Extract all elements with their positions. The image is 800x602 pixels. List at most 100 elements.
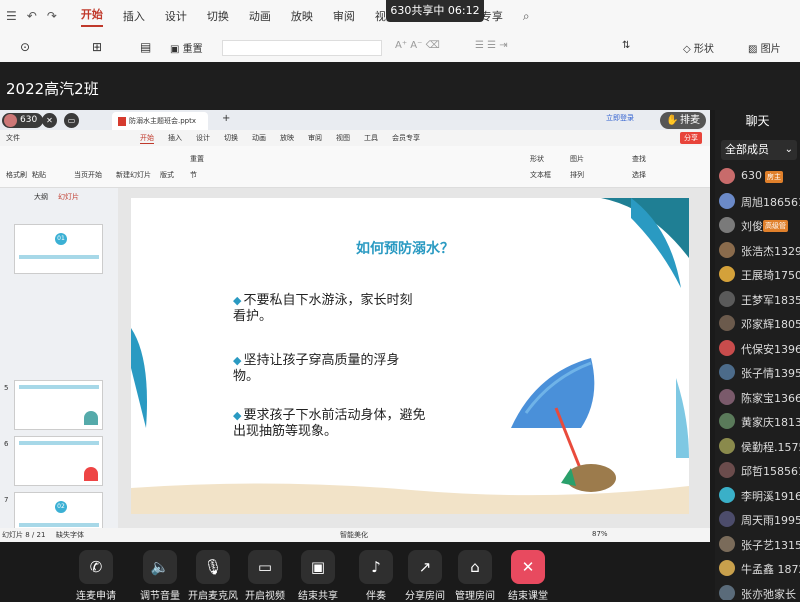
role-badge: 房主 [765,171,783,183]
member-item[interactable]: 张子情1395 [719,362,800,382]
member-item[interactable]: 刘俊杰 高级管 [719,215,800,235]
menu-icon[interactable]: ☰ [6,9,17,23]
share-timer: 630共享中 06:12 [386,0,484,22]
avatar [719,339,735,356]
host-tab-transition[interactable]: 切换 [207,8,229,24]
member-item[interactable]: 周旭186561 [719,191,800,211]
control-phone-button[interactable]: ✆ 连麦申请 [66,550,126,602]
section-button[interactable]: 节 [190,170,197,180]
member-item[interactable]: 王展琦1750 [719,264,800,284]
smart-beautify-button[interactable]: 智能美化 [340,530,368,540]
textbox-button[interactable]: 文本框 [530,170,551,180]
zoom-level[interactable]: 87% [592,530,608,538]
member-item[interactable]: 陈家宝1366 [719,387,800,407]
reset-button[interactable]: ▣ 重置 [170,40,203,55]
control-screen-share-button[interactable]: ▣ 结束共享 [288,550,348,602]
redo-icon[interactable]: ↷ [47,9,57,23]
layout-button[interactable]: 版式 [160,170,174,180]
sharer-name: 630 [20,115,38,125]
image-button-inner[interactable]: 图片 [570,154,584,164]
new-slide-button[interactable]: 新建幻灯片 [116,170,151,180]
layout-icon[interactable]: ▤ [140,40,151,54]
tab-slides[interactable]: 幻灯片 [58,193,79,201]
video-off-icon[interactable]: ▭ [64,113,79,128]
shape-button[interactable]: ◇ 形状 [683,40,714,55]
member-item[interactable]: 黄家庆1813 [719,411,800,431]
mic-off-icon[interactable]: ✕ [42,113,57,128]
tab-slideshow[interactable]: 放映 [280,133,294,143]
raise-hand-label: 排麦 [680,115,700,126]
member-item[interactable]: 张子艺1315 [719,534,800,554]
control-manage-button[interactable]: ⌂ 管理房间 [445,550,505,602]
host-tab-insert[interactable]: 插入 [123,8,145,24]
paste-button[interactable]: 粘贴 [32,170,46,180]
font-select[interactable] [222,40,382,56]
tab-home[interactable]: 开始 [140,133,154,144]
host-tab-animation[interactable]: 动画 [249,8,271,24]
share-icon: ↗ [408,550,442,584]
member-item[interactable]: 张浩杰1329 [719,240,800,260]
member-item[interactable]: 代保安1396 [719,338,800,358]
tab-design[interactable]: 设计 [196,133,210,143]
raise-hand-button[interactable]: ✋ 排麦 [660,112,706,129]
sort-icon[interactable]: ⇅ [622,40,630,51]
control-mic-off-button[interactable]: 🎙 开启麦克风 [183,550,243,602]
list-tools[interactable]: ☰ ☰ ⇥ [475,40,508,51]
undo-icon[interactable]: ↶ [27,9,37,23]
tab-outline[interactable]: 大纲 [34,193,48,201]
image-button[interactable]: ▨ 图片 [748,40,781,55]
arrange-button[interactable]: 排列 [570,170,584,180]
member-item[interactable]: 630 房主 [719,166,800,186]
add-tab-icon[interactable]: + [222,113,230,124]
tab-tools[interactable]: 工具 [364,133,378,143]
host-tab-review[interactable]: 审阅 [333,8,355,24]
member-item[interactable]: 李明溪1916 [719,485,800,505]
select-button[interactable]: 选择 [632,170,646,180]
member-item[interactable]: 张亦弛家长 [719,583,800,600]
new-slide-icon[interactable]: ⊞ [92,40,102,54]
slide-thumbnail[interactable] [14,436,103,486]
host-tab-home[interactable]: 开始 [80,6,103,27]
member-item[interactable]: 邱哲158561 [719,460,800,480]
current-slide: 如何预防溺水？ ◆ 不要私自下水游泳，家长时刻看护。 ◆ 坚持让孩子穿高质量的浮身物… [131,198,689,514]
control-close-button[interactable]: ✕ 结束课堂 [498,550,558,602]
avatar [719,535,735,552]
slide-thumbnail[interactable] [14,380,103,430]
share-button[interactable]: 分享 [680,132,702,144]
host-tab-design[interactable]: 设计 [165,8,187,24]
member-name: 李明溪1916 [741,489,800,503]
slide-thumbnail[interactable]: 01 [14,224,103,274]
control-video-off-button[interactable]: ▭ 开启视频 [235,550,295,602]
control-volume-button[interactable]: 🔈 调节音量 [130,550,190,602]
tab-view[interactable]: 视图 [336,133,350,143]
tab-insert[interactable]: 插入 [168,133,182,143]
member-item[interactable]: 周天雨1995 [719,509,800,529]
font-size-tools[interactable]: A⁺ A⁻ ⌫ [395,40,440,51]
member-item[interactable]: 牛孟鑫 1872 [719,558,800,578]
member-item[interactable]: 邓家辉1805 [719,313,800,333]
avatar [719,511,735,527]
member-item[interactable]: 王梦军1835 [719,289,800,309]
tab-member[interactable]: 会员专享 [392,133,420,143]
search-icon[interactable]: ⌕ [523,9,530,24]
missing-font-indicator[interactable]: 缺失字体 [56,530,84,540]
shape-button-inner[interactable]: 形状 [530,154,544,164]
play-current-button[interactable]: 当页开始 [74,170,102,180]
reset-button-inner[interactable]: 重置 [190,154,204,164]
tab-document[interactable]: 防溺水主题班会.pptx [112,112,208,130]
member-name: 王展琦1750 [741,269,800,282]
member-item[interactable]: 侯勤程.1575 [719,436,800,456]
login-link[interactable]: 立即登录 [606,113,634,123]
tab-file[interactable]: 文件 [6,133,20,143]
find-button[interactable]: 查找 [632,154,646,164]
member-name: 630 [741,169,762,182]
tab-review[interactable]: 审阅 [308,133,322,143]
reset-icon: ▣ [170,44,180,55]
host-tab-slideshow[interactable]: 放映 [291,8,313,24]
play-icon[interactable]: ⊙ [20,40,30,54]
member-filter-select[interactable]: 全部成员 ⌄ [721,140,797,160]
tab-transition[interactable]: 切换 [224,133,238,143]
tab-animation[interactable]: 动画 [252,133,266,143]
format-brush-button[interactable]: 格式刷 [6,170,27,180]
host-ribbon: ☰ ↶ ↷ 开始 插入 设计 切换 动画 放映 审阅 视图 工具 会员专享 ⌕ … [0,0,800,62]
